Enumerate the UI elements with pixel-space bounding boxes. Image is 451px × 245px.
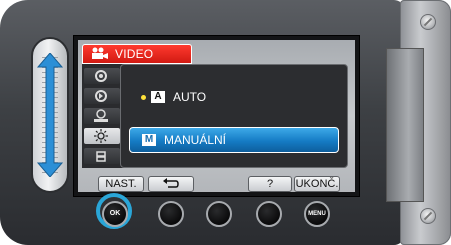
brightness-icon: [94, 129, 108, 143]
manual-mode-icon: M: [142, 134, 156, 146]
side-item-quality[interactable]: [84, 68, 120, 84]
option-manual-label: MANUÁLNÍ: [164, 133, 227, 147]
hardware-button-2[interactable]: [158, 201, 184, 227]
back-button[interactable]: [148, 176, 194, 192]
settings-icon: [96, 151, 106, 162]
help-button[interactable]: ?: [248, 176, 292, 192]
quality-icon: [95, 70, 107, 82]
side-item-assist[interactable]: [84, 108, 120, 124]
tab-video[interactable]: VIDEO: [82, 44, 192, 64]
menu-button[interactable]: MENU: [304, 201, 330, 227]
screen-button-bar: NAST. ? UKONČ.: [78, 176, 355, 192]
screw-icon: [420, 208, 436, 224]
menu-label: MENU: [308, 211, 326, 217]
tab-label: VIDEO: [115, 47, 154, 61]
screen-display: VIDEO A AUTO M MANUÁLNÍ NAST. ? UKONČ.: [78, 40, 355, 192]
ok-button[interactable]: OK: [102, 201, 128, 227]
current-setting-dot-icon: [141, 95, 146, 100]
side-item-zoom[interactable]: [84, 88, 120, 104]
touch-slider[interactable]: [31, 37, 69, 193]
lcd-screen: VIDEO A AUTO M MANUÁLNÍ NAST. ? UKONČ.: [73, 35, 360, 197]
ok-label: OK: [109, 210, 121, 217]
up-down-arrow-icon: [36, 53, 64, 177]
hinge-panel: [386, 48, 424, 202]
zoom-icon: [95, 90, 107, 102]
assist-icon: [94, 109, 108, 122]
option-auto[interactable]: A AUTO: [131, 85, 337, 109]
quit-button[interactable]: UKONČ.: [294, 176, 340, 192]
screw-icon: [420, 14, 436, 30]
movie-camera-icon: [92, 47, 108, 59]
auto-mode-icon: A: [151, 91, 165, 103]
return-arrow-icon: [163, 178, 179, 188]
side-menu: [82, 64, 124, 168]
side-item-brightness[interactable]: [84, 128, 120, 144]
option-popup: A AUTO M MANUÁLNÍ: [120, 64, 348, 168]
option-manual[interactable]: M MANUÁLNÍ: [129, 127, 339, 153]
hardware-button-3[interactable]: [206, 201, 232, 227]
set-button[interactable]: NAST.: [98, 176, 144, 192]
side-item-settings[interactable]: [84, 148, 120, 164]
hardware-button-4[interactable]: [256, 201, 282, 227]
option-auto-label: AUTO: [173, 90, 207, 104]
